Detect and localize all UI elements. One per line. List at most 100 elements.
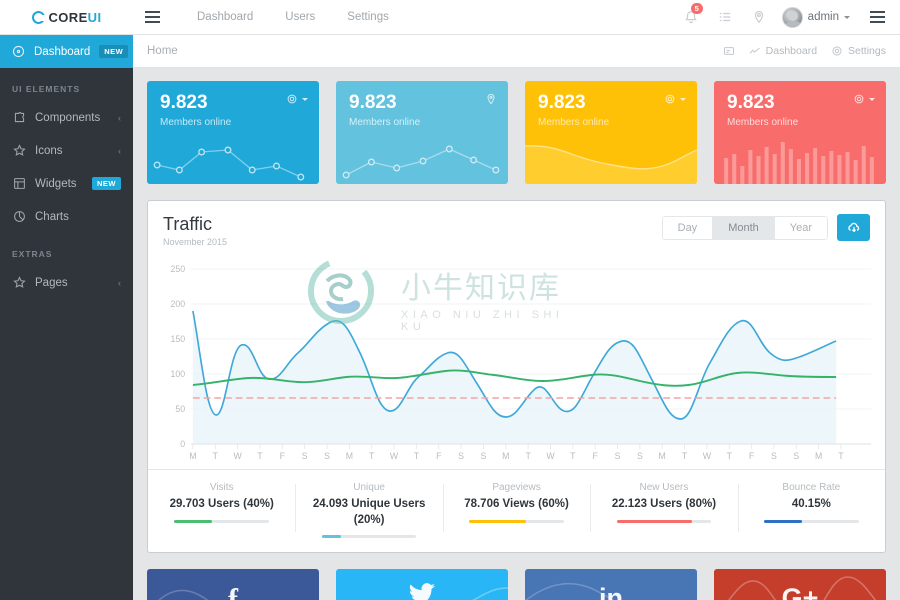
footer-stat-label: New Users <box>639 482 689 493</box>
chevron-down-icon <box>844 15 850 19</box>
traffic-panel-header: Traffic November 2015 Day Month Year <box>148 201 885 253</box>
location-pin-button[interactable] <box>742 0 776 34</box>
sidebar-section-title: UI ELEMENTS <box>12 84 81 94</box>
stat-card-label: Members online <box>727 117 799 128</box>
breadcrumb-action-label: Settings <box>848 45 886 57</box>
sidebar-item-icons[interactable]: Icons ‹ <box>0 134 133 167</box>
brand-logo[interactable]: COREUI <box>0 0 133 34</box>
main-content: 9.823 Members online 9.823 Members onlin… <box>133 68 900 600</box>
x-axis-tick-label: S <box>771 451 777 461</box>
footer-stat-new-users: New Users 22.123 Users (80%) <box>590 482 737 538</box>
download-button[interactable] <box>837 214 870 241</box>
footer-stat-value: 24.093 Unique Users (20%) <box>312 498 426 526</box>
traffic-panel-actions: Day Month Year <box>661 214 870 241</box>
sidebar-item-label: Components <box>35 111 101 124</box>
brand-text: COREUI <box>48 9 102 25</box>
footer-stat-label: Pageviews <box>492 482 541 493</box>
sidebar-badge-new: NEW <box>92 177 121 190</box>
sidebar-item-pages[interactable]: Pages ‹ <box>0 266 133 299</box>
stat-card-bar-chart <box>724 142 874 184</box>
sidebar-section-title: EXTRAS <box>12 249 53 259</box>
x-axis-tick-label: T <box>727 451 733 461</box>
sidebar-item-widgets[interactable]: Widgets NEW <box>0 167 133 200</box>
x-axis-tick-label: T <box>213 451 219 461</box>
svg-text:50: 50 <box>175 404 185 414</box>
progress-fill <box>764 519 802 523</box>
stat-card-menu-button[interactable] <box>853 93 875 105</box>
nav-link-dashboard[interactable]: Dashboard <box>181 0 269 34</box>
panel-subtitle: November 2015 <box>163 237 228 247</box>
sidebar-item-components[interactable]: Components ‹ <box>0 101 133 134</box>
dashboard-page: COREUI Dashboard Users Settings 5 admin … <box>0 0 900 600</box>
x-axis-tick-label: S <box>615 451 621 461</box>
x-axis-tick-label: T <box>369 451 375 461</box>
hamburger-bar <box>869 21 885 23</box>
sidebar-item-label: Pages <box>35 276 68 289</box>
breadcrumb-actions: Dashboard Settings <box>723 45 886 57</box>
social-card-twitter[interactable] <box>336 569 508 600</box>
stat-card-menu-button[interactable] <box>286 93 308 105</box>
footer-stat-pageviews: Pageviews 78.706 Views (60%) <box>442 482 590 538</box>
footer-stat-progress <box>764 519 859 523</box>
aside-toggle-button[interactable] <box>862 11 892 23</box>
star-icon <box>12 276 26 289</box>
range-button-day[interactable]: Day <box>661 215 714 240</box>
breadcrumb-action-label: Dashboard <box>765 45 818 57</box>
sidebar: Dashboard NEW UI ELEMENTS Components ‹ I… <box>0 35 133 600</box>
sidebar-item-dashboard[interactable]: Dashboard NEW <box>0 35 133 68</box>
puzzle-icon <box>12 111 26 124</box>
stat-card-members-3: 9.823 Members online <box>525 81 697 184</box>
nav-link-settings[interactable]: Settings <box>331 0 405 34</box>
x-axis-tick-label: M <box>189 451 196 461</box>
chevron-left-icon: ‹ <box>118 277 121 288</box>
footer-stat-progress <box>174 519 269 523</box>
top-nav-links: Dashboard Users Settings <box>181 0 405 34</box>
chevron-down-icon <box>302 97 308 101</box>
footer-stat-progress <box>469 519 564 523</box>
svg-text:150: 150 <box>171 334 186 344</box>
x-axis-tick-label: T <box>682 451 688 461</box>
hamburger-bar <box>869 16 885 18</box>
footer-stat-progress <box>616 519 712 523</box>
stat-card-value: 9.823 <box>349 92 397 113</box>
breadcrumb-item-home[interactable]: Home <box>147 45 178 57</box>
user-menu-button[interactable]: admin <box>776 6 856 28</box>
footer-stat-progress <box>321 535 417 539</box>
x-axis-tick-label: F <box>749 451 755 461</box>
range-button-month[interactable]: Month <box>712 215 775 240</box>
sidebar-item-charts[interactable]: Charts <box>0 200 133 233</box>
social-card-googleplus[interactable]: G+ <box>714 569 886 600</box>
x-axis-tick-label: T <box>257 451 263 461</box>
pie-chart-icon <box>12 210 26 223</box>
avatar <box>781 6 803 28</box>
stat-card-label: Members online <box>538 117 610 128</box>
twitter-icon <box>407 583 437 600</box>
notifications-button[interactable]: 5 <box>674 0 708 34</box>
sidebar-toggle-button[interactable] <box>137 11 167 23</box>
stat-card-menu-button[interactable] <box>664 93 686 105</box>
user-name-label: admin <box>807 11 839 23</box>
x-axis-tick-label: T <box>838 451 844 461</box>
nav-link-users[interactable]: Users <box>269 0 331 34</box>
x-axis-tick-label: S <box>481 451 487 461</box>
stat-card-location-button[interactable] <box>485 93 497 105</box>
breadcrumb-settings-button[interactable]: Settings <box>831 45 886 57</box>
social-card-facebook[interactable]: f <box>147 569 319 600</box>
breadcrumb-dashboard-button[interactable]: Dashboard <box>749 45 817 57</box>
stat-card-sparkline <box>342 145 500 179</box>
footer-stat-label: Visits <box>209 482 234 493</box>
traffic-footer-stats: Visits 29.703 Users (40%) Unique 24.093 … <box>148 469 885 552</box>
range-button-group: Day Month Year <box>661 215 828 240</box>
x-axis-tick-label: T <box>414 451 420 461</box>
range-button-year[interactable]: Year <box>773 215 828 240</box>
notification-badge: 5 <box>690 3 703 14</box>
x-axis-tick-label: W <box>703 451 712 461</box>
x-axis-tick-label: F <box>436 451 442 461</box>
social-card-linkedin[interactable]: in <box>525 569 697 600</box>
tasks-list-button[interactable] <box>708 0 742 34</box>
coreui-logo-icon <box>31 10 45 24</box>
breadcrumb-card-button[interactable] <box>723 45 735 57</box>
x-axis-tick-label: F <box>280 451 286 461</box>
svg-text:250: 250 <box>171 264 186 274</box>
traffic-chart-svg: 250200150 100500 M T W T F S S M T W T F… <box>171 264 872 461</box>
